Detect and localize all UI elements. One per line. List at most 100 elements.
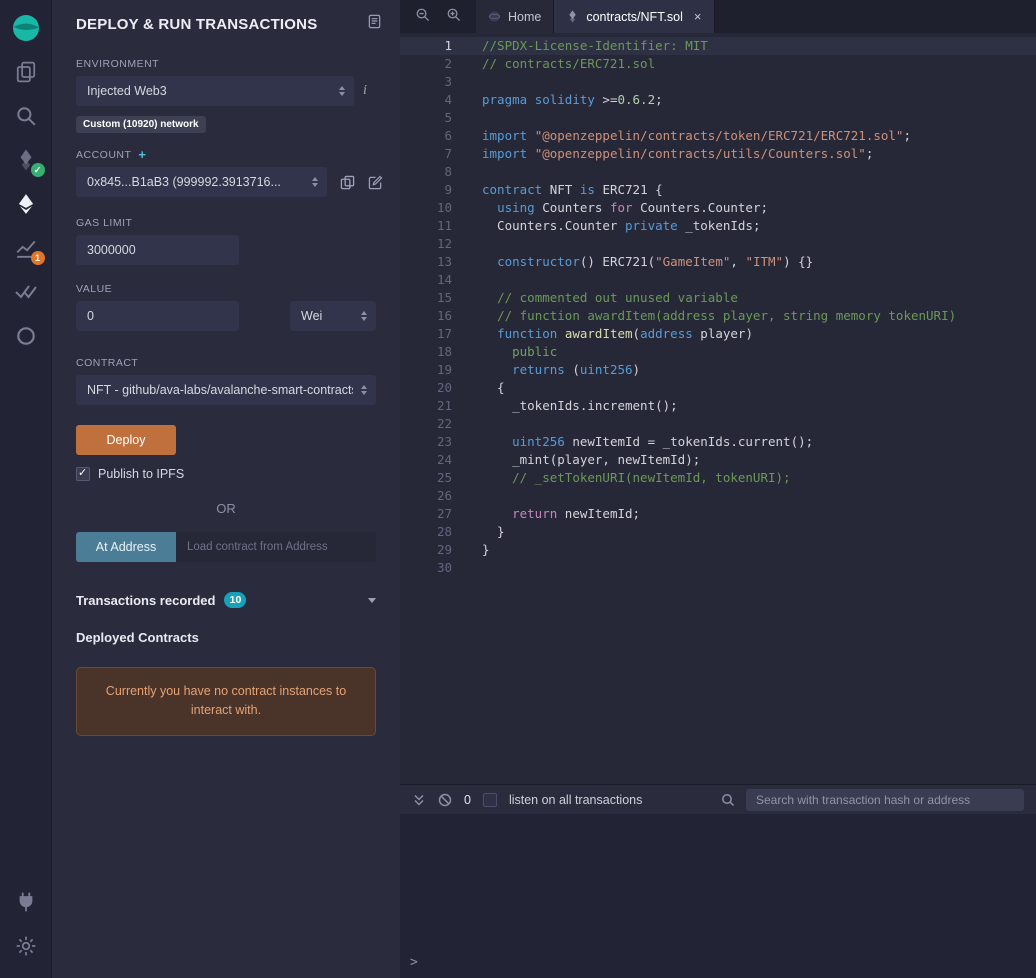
at-address-input[interactable] [176, 532, 376, 562]
code-line[interactable]: 3 [400, 73, 1036, 91]
code-line[interactable]: 7 import "@openzeppelin/contracts/utils/C… [400, 145, 1036, 163]
line-number[interactable]: 23 [400, 433, 452, 451]
code-line[interactable]: 6 import "@openzeppelin/contracts/token/E… [400, 127, 1036, 145]
zoom-in-icon[interactable] [446, 7, 461, 27]
line-number[interactable]: 3 [400, 73, 452, 91]
code-line[interactable]: 16 // function awardItem(address player,… [400, 307, 1036, 325]
code-line[interactable]: 17 function awardItem(address player) [400, 325, 1036, 343]
line-number[interactable]: 25 [400, 469, 452, 487]
line-number[interactable]: 18 [400, 343, 452, 361]
code-line[interactable]: 23 uint256 newItemId = _tokenIds.current… [400, 433, 1036, 451]
sign-message-icon[interactable] [368, 175, 383, 190]
code-line[interactable]: 26 [400, 487, 1036, 505]
tab-home[interactable]: Home [476, 0, 555, 33]
expand-terminal-icon[interactable] [412, 793, 426, 807]
environment-select[interactable]: Injected Web3 [76, 76, 354, 106]
clear-console-icon[interactable] [438, 793, 452, 807]
account-select[interactable]: 0x845...B1aB3 (999992.3913716... [76, 167, 327, 197]
line-number[interactable]: 17 [400, 325, 452, 343]
line-number[interactable]: 11 [400, 217, 452, 235]
tab-nft-sol[interactable]: contracts/NFT.sol × [554, 0, 715, 33]
chevron-down-icon[interactable] [368, 597, 376, 603]
line-number[interactable]: 28 [400, 523, 452, 541]
value-input[interactable] [76, 301, 239, 331]
code-line[interactable]: 5 [400, 109, 1036, 127]
deploy-run-icon[interactable] [0, 182, 52, 226]
solidity-compiler-icon[interactable]: ✓ [0, 138, 52, 182]
code-line[interactable]: 30 [400, 559, 1036, 577]
code-line[interactable]: 22 [400, 415, 1036, 433]
line-number[interactable]: 27 [400, 505, 452, 523]
static-analysis-icon[interactable]: 1 [0, 226, 52, 270]
code-line[interactable]: 12 [400, 235, 1036, 253]
gas-limit-label: GAS LIMIT [76, 217, 133, 229]
line-number[interactable]: 9 [400, 181, 452, 199]
code-line[interactable]: 21 _tokenIds.increment(); [400, 397, 1036, 415]
publish-ipfs-checkbox[interactable] [76, 466, 90, 481]
line-number[interactable]: 26 [400, 487, 452, 505]
line-number[interactable]: 10 [400, 199, 452, 217]
line-number[interactable]: 29 [400, 541, 452, 559]
zoom-out-icon[interactable] [415, 7, 430, 27]
code-line[interactable]: 20 { [400, 379, 1036, 397]
copy-account-icon[interactable] [340, 175, 355, 190]
code-line[interactable]: 11 Counters.Counter private _tokenIds; [400, 217, 1036, 235]
documentation-icon[interactable] [367, 14, 382, 34]
search-icon[interactable] [0, 94, 52, 138]
line-number[interactable]: 13 [400, 253, 452, 271]
line-number[interactable]: 24 [400, 451, 452, 469]
close-tab-icon[interactable]: × [694, 9, 702, 24]
code-line[interactable]: 18 public [400, 343, 1036, 361]
line-number[interactable]: 7 [400, 145, 452, 163]
line-number[interactable]: 22 [400, 415, 452, 433]
line-number[interactable]: 4 [400, 91, 452, 109]
contract-select[interactable]: NFT - github/ava-labs/avalanche-smart-co… [76, 375, 376, 405]
add-account-icon[interactable]: + [138, 148, 146, 161]
line-number[interactable]: 20 [400, 379, 452, 397]
code-text: { [482, 380, 505, 395]
remix-logo[interactable] [0, 6, 52, 50]
code-editor[interactable]: 1 //SPDX-License-Identifier: MIT 2 // contr… [400, 33, 1036, 784]
file-explorer-icon[interactable] [0, 50, 52, 94]
line-number[interactable]: 8 [400, 163, 452, 181]
terminal-output[interactable]: > [400, 814, 1036, 978]
line-number[interactable]: 12 [400, 235, 452, 253]
line-number[interactable]: 1 [400, 37, 452, 55]
debugger-icon[interactable] [0, 314, 52, 358]
transactions-recorded-row[interactable]: Transactions recorded 10 [76, 592, 376, 608]
code-line[interactable]: 29} [400, 541, 1036, 559]
line-number[interactable]: 30 [400, 559, 452, 577]
code-line[interactable]: 28 } [400, 523, 1036, 541]
line-number[interactable]: 19 [400, 361, 452, 379]
info-icon[interactable]: i [354, 83, 376, 99]
code-line[interactable]: 2 // contracts/ERC721.sol [400, 55, 1036, 73]
terminal-search-input[interactable] [746, 788, 1024, 811]
code-line[interactable]: 1 //SPDX-License-Identifier: MIT [400, 37, 1036, 55]
settings-icon[interactable] [0, 924, 52, 968]
line-number[interactable]: 15 [400, 289, 452, 307]
code-line[interactable]: 14 [400, 271, 1036, 289]
code-line[interactable]: 8 [400, 163, 1036, 181]
code-line[interactable]: 24 _mint(player, newItemId); [400, 451, 1036, 469]
code-line[interactable]: 27 return newItemId; [400, 505, 1036, 523]
deploy-button[interactable]: Deploy [76, 425, 176, 455]
line-number[interactable]: 14 [400, 271, 452, 289]
unit-testing-icon[interactable] [0, 270, 52, 314]
code-line[interactable]: 15 // commented out unused variable [400, 289, 1036, 307]
listen-all-transactions-checkbox[interactable] [482, 792, 497, 807]
line-number[interactable]: 2 [400, 55, 452, 73]
plugin-manager-icon[interactable] [0, 880, 52, 924]
code-line[interactable]: 9 contract NFT is ERC721 { [400, 181, 1036, 199]
line-number[interactable]: 16 [400, 307, 452, 325]
line-number[interactable]: 21 [400, 397, 452, 415]
value-unit-select[interactable]: Wei [290, 301, 376, 331]
gas-limit-input[interactable] [76, 235, 239, 265]
code-line[interactable]: 10 using Counters for Counters.Counter; [400, 199, 1036, 217]
line-number[interactable]: 5 [400, 109, 452, 127]
at-address-button[interactable]: At Address [76, 532, 176, 562]
code-line[interactable]: 25 // _setTokenURI(newItemId, tokenURI); [400, 469, 1036, 487]
code-line[interactable]: 13 constructor() ERC721("GameItem", "ITM… [400, 253, 1036, 271]
code-line[interactable]: 4 pragma solidity >=0.6.2; [400, 91, 1036, 109]
code-line[interactable]: 19 returns (uint256) [400, 361, 1036, 379]
line-number[interactable]: 6 [400, 127, 452, 145]
